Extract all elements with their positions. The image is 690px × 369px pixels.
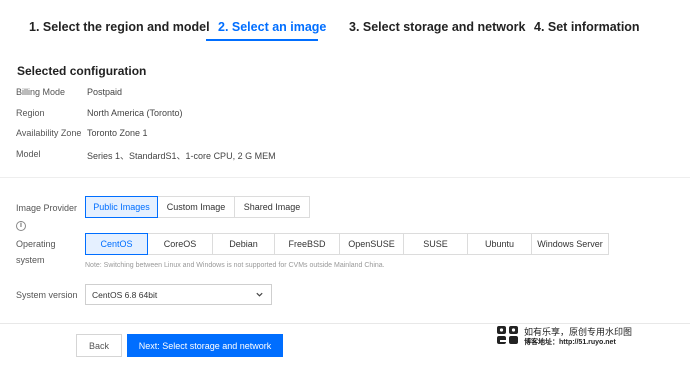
availability-zone-value: Toronto Zone 1 [87,128,148,138]
back-button[interactable]: Back [76,334,122,357]
billing-mode-label: Billing Mode [16,87,66,97]
os-option-ubuntu[interactable]: Ubuntu [467,233,532,255]
os-option-windows-server[interactable]: Windows Server [531,233,609,255]
os-option-debian[interactable]: Debian [212,233,275,255]
os-option-coreos[interactable]: CoreOS [147,233,213,255]
selected-configuration-title: Selected configuration [17,64,147,78]
step-select-image[interactable]: 2. Select an image [218,20,326,34]
os-switch-note: Note: Switching between Linux and Window… [85,262,385,269]
option-shared-image[interactable]: Shared Image [234,196,310,218]
system-version-value: CentOS 6.8 64bit [92,289,158,300]
step-indicator: 1. Select the region and model 2. Select… [0,0,690,44]
os-option-centos[interactable]: CentOS [85,233,148,255]
model-value: Series 1、StandardS1、1-core CPU, 2 G MEM [87,151,276,161]
os-option-freebsd[interactable]: FreeBSD [274,233,340,255]
section-divider [0,177,690,178]
image-provider-selector: Public Images Custom Image Shared Image [85,196,310,218]
operating-system-label: Operating system [16,239,56,265]
watermark-url: 博客地址：http://51.ruyo.net [524,339,616,346]
active-step-underline [206,39,318,41]
os-option-suse[interactable]: SUSE [403,233,468,255]
info-icon[interactable]: i [16,221,26,231]
os-selector: CentOS CoreOS Debian FreeBSD OpenSUSE SU… [85,233,609,255]
region-label: Region [16,108,45,118]
step-region-model[interactable]: 1. Select the region and model [29,20,210,34]
model-label: Model [16,149,41,159]
availability-zone-label: Availability Zone [16,128,82,138]
option-custom-image[interactable]: Custom Image [157,196,235,218]
system-version-select[interactable]: CentOS 6.8 64bit [85,284,272,305]
option-public-images[interactable]: Public Images [85,196,158,218]
watermark: 如有乐享，原创专用水印图 博客地址：http://51.ruyo.net [496,324,636,350]
os-option-opensuse[interactable]: OpenSUSE [339,233,404,255]
billing-mode-value: Postpaid [87,87,123,97]
region-value: North America (Toronto) [87,108,183,118]
watermark-logo-icon [497,326,518,344]
image-provider-label-text: Image Provider [16,203,78,213]
system-version-label: System version [16,290,78,300]
chevron-down-icon [256,292,263,297]
next-button[interactable]: Next: Select storage and network [127,334,283,357]
image-provider-label: Image Provider i [16,200,77,232]
step-set-information[interactable]: 4. Set information [534,20,640,34]
step-storage-network[interactable]: 3. Select storage and network [349,20,525,34]
